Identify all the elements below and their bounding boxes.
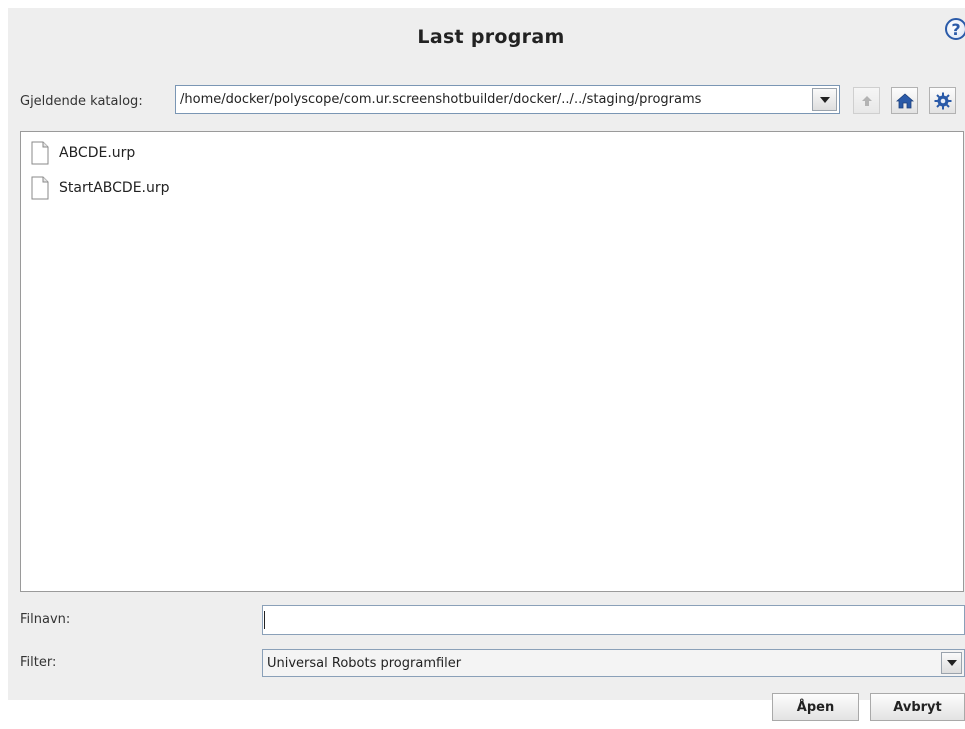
current-directory-label: Gjeldende katalog:	[20, 94, 143, 109]
dialog-title: Last program	[417, 26, 565, 48]
open-button[interactable]: Åpen	[772, 693, 859, 721]
chevron-down-icon[interactable]	[941, 652, 962, 674]
current-directory-dropdown[interactable]: /home/docker/polyscope/com.ur.screenshot…	[175, 85, 840, 114]
help-icon[interactable]: ?	[945, 18, 965, 40]
text-caret	[264, 611, 265, 629]
file-list-item[interactable]: ABCDE.urp	[31, 140, 135, 166]
home-icon	[895, 92, 914, 108]
arrow-up-icon	[861, 95, 872, 106]
gear-icon	[934, 92, 951, 109]
filename-label: Filnavn:	[20, 612, 71, 627]
file-icon	[31, 141, 49, 165]
file-name: ABCDE.urp	[59, 145, 136, 161]
file-list-item[interactable]: StartABCDE.urp	[31, 175, 170, 201]
settings-button[interactable]	[929, 87, 956, 114]
file-icon	[31, 176, 49, 200]
home-directory-button[interactable]	[891, 87, 918, 114]
filter-dropdown[interactable]: Universal Robots programfiler	[262, 649, 965, 677]
parent-directory-button[interactable]	[853, 87, 880, 114]
filter-selected-value: Universal Robots programfiler	[267, 655, 462, 671]
load-program-dialog: Last program ? Gjeldende katalog: /home/…	[8, 8, 965, 721]
chevron-down-icon[interactable]	[812, 88, 837, 111]
file-name: StartABCDE.urp	[59, 180, 170, 196]
cancel-button[interactable]: Avbryt	[870, 693, 965, 721]
filename-input[interactable]	[262, 605, 965, 635]
help-symbol: ?	[951, 19, 961, 39]
current-directory-path: /home/docker/polyscope/com.ur.screenshot…	[180, 92, 702, 107]
filter-label: Filter:	[20, 655, 57, 670]
file-list[interactable]: ABCDE.urp StartABCDE.urp	[20, 131, 964, 592]
